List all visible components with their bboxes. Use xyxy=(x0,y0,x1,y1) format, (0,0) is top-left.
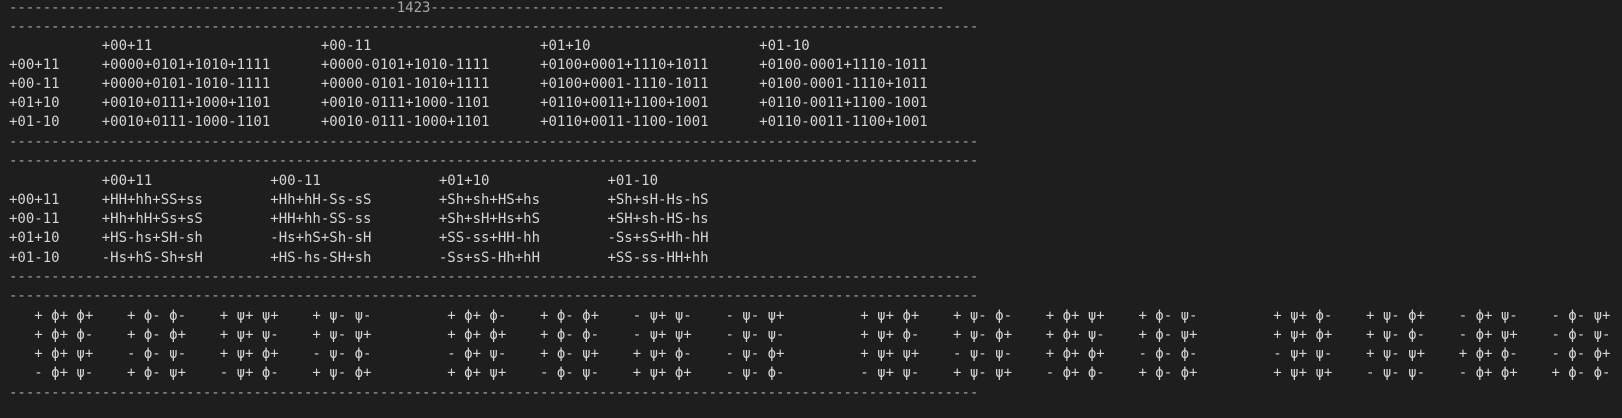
table1-row: +01-10 +0010+0111-1000-1101 +0010-0111-1… xyxy=(9,114,928,130)
rule: ----------------------------------------… xyxy=(9,153,979,169)
table3-row: - ϕ+ ψ- + ϕ- ψ+ - ψ+ ϕ- + ψ- ϕ+ + ϕ+ ψ+ … xyxy=(9,365,1611,381)
rule: ----------------------------------------… xyxy=(9,288,979,304)
table2-row: +01+10 +HS-hs+SH-sh -Hs+hS+Sh-sH +SS-ss+… xyxy=(9,230,709,246)
terminal-output: ----------------------------------------… xyxy=(0,0,1622,418)
rule-title: ----------------------------------------… xyxy=(9,0,945,16)
rule: ----------------------------------------… xyxy=(9,385,979,401)
table3-row: + ϕ+ ψ+ - ϕ- ψ- + ψ+ ϕ+ - ψ- ϕ- - ϕ+ ψ- … xyxy=(9,346,1611,362)
table1-row: +01+10 +0010+0111+1000+1101 +0010-0111+1… xyxy=(9,95,928,111)
table3-row: + ϕ+ ϕ+ + ϕ- ϕ- + ψ+ ψ+ + ψ- ψ- + ϕ+ ϕ- … xyxy=(9,308,1611,324)
table1-row: +00+11 +0000+0101+1010+1111 +0000-0101+1… xyxy=(9,57,928,73)
table2-row: +00+11 +HH+hh+SS+ss +Hh+hH-Ss-sS +Sh+sh+… xyxy=(9,192,709,208)
table1-header: +00+11 +00-11 +01+10 +01-10 xyxy=(9,38,810,54)
rule: ----------------------------------------… xyxy=(9,269,979,285)
rule: ----------------------------------------… xyxy=(9,19,979,35)
table1-row: +00-11 +0000+0101-1010-1111 +0000-0101-1… xyxy=(9,76,928,92)
table2-row: +00-11 +Hh+hH+Ss+sS +HH+hh-SS-ss +Sh+sH+… xyxy=(9,211,709,227)
rule: ----------------------------------------… xyxy=(9,134,979,150)
table3-row: + ϕ+ ϕ- + ϕ- ϕ+ + ψ+ ψ- + ψ- ψ+ + ϕ+ ϕ+ … xyxy=(9,327,1611,343)
table2-header: +00+11 +00-11 +01+10 +01-10 xyxy=(9,173,659,189)
table2-row: +01-10 -Hs+hS-Sh+sH +HS-hs-SH+sh -Ss+sS-… xyxy=(9,250,709,266)
